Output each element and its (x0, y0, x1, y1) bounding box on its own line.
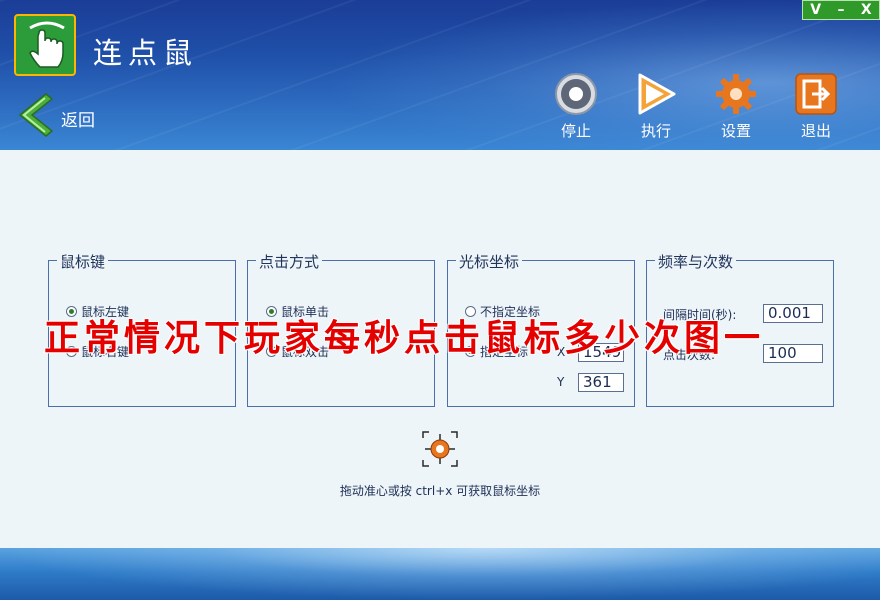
stop-label: 停止 (560, 122, 591, 140)
app-title: 连点鼠 (93, 36, 199, 70)
settings-label: 设置 (720, 122, 751, 140)
minimize-button[interactable]: – (828, 1, 853, 19)
stop-icon (555, 73, 597, 115)
app-window: 连点鼠 返回 V – X 停止 执行 设置 退出 鼠标键 鼠标左键 鼠标右键 点… (0, 0, 880, 600)
crosshair-icon[interactable] (421, 430, 459, 468)
hint-text: 拖动准心或按 ctrl+x 可获取鼠标坐标 (339, 484, 541, 498)
exit-label: 退出 (800, 122, 831, 140)
stop-button[interactable]: 停止 (548, 72, 604, 142)
footer-bar (0, 548, 880, 600)
group-title: 鼠标键 (57, 251, 109, 272)
gear-icon (716, 74, 756, 114)
window-controls: V – X (802, 0, 880, 20)
settings-button[interactable]: 设置 (708, 72, 764, 142)
hand-pointer-icon (14, 14, 76, 76)
back-label: 返回 (61, 111, 95, 131)
restore-button[interactable]: V (803, 1, 828, 19)
exit-icon (795, 73, 837, 115)
y-coordinate-input[interactable]: 361 (578, 373, 624, 392)
run-button[interactable]: 执行 (628, 72, 684, 142)
back-arrow-icon (18, 93, 54, 137)
close-button[interactable]: X (854, 1, 879, 19)
group-title: 频率与次数 (655, 251, 737, 272)
group-title: 点击方式 (256, 251, 323, 272)
run-label: 执行 (640, 122, 671, 140)
overlay-caption: 正常情况下玩家每秒点击鼠标多少次图一 (44, 318, 765, 359)
group-title: 光标坐标 (456, 251, 523, 272)
play-icon (638, 73, 676, 115)
header-bar: 连点鼠 返回 V – X 停止 执行 设置 退出 (0, 0, 880, 150)
y-label: Y (557, 375, 565, 389)
exit-button[interactable]: 退出 (788, 72, 844, 142)
back-button[interactable]: 返回 (16, 92, 106, 138)
